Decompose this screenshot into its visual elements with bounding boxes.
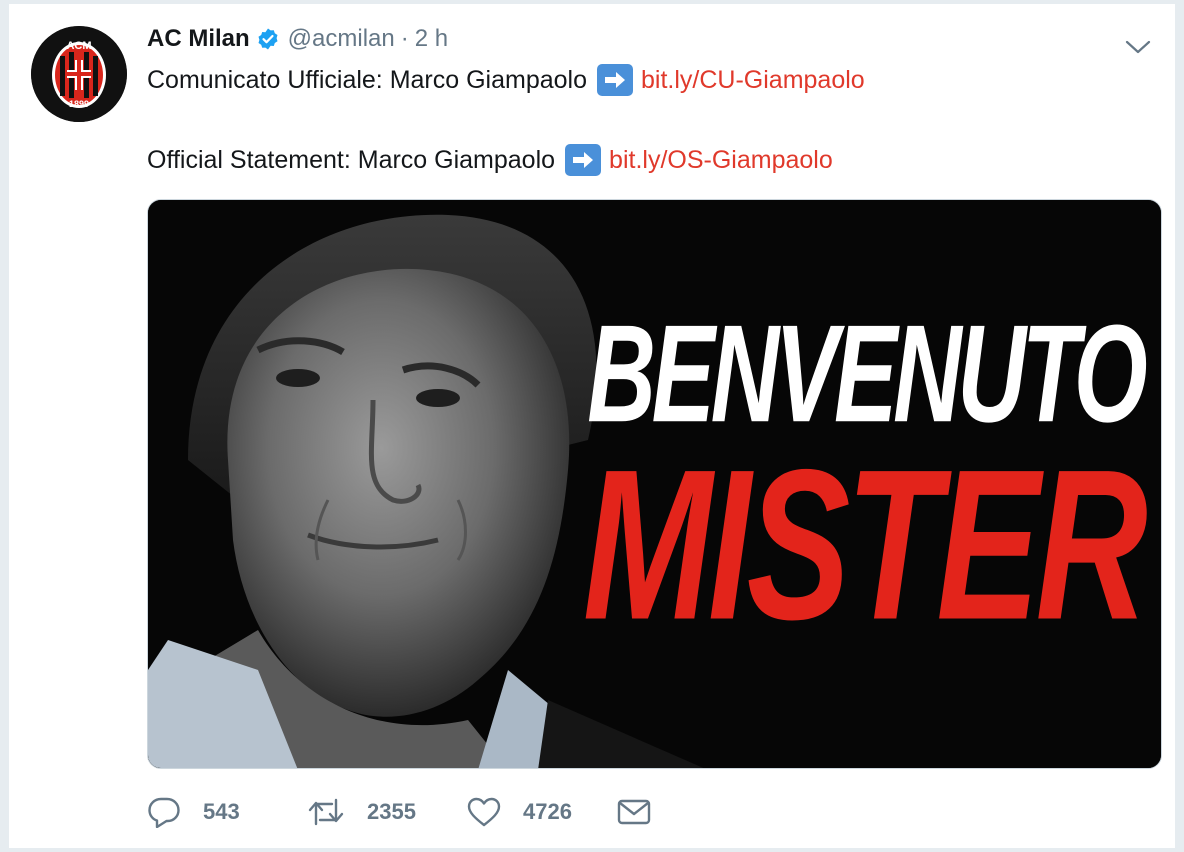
link-os-giampaolo[interactable]: bit.ly/OS-Giampaolo: [609, 144, 833, 176]
tweet-card[interactable]: ACM 1899 AC Milan @acmilan · 2 h Comunic…: [8, 4, 1176, 848]
envelope-icon: [617, 799, 651, 825]
tweet-media-image[interactable]: BENVENUTO MISTER: [147, 199, 1162, 769]
like-count: 4726: [523, 799, 572, 824]
verified-badge-icon: [256, 27, 280, 51]
retweet-icon: [308, 798, 344, 826]
crest-letters: ACM: [66, 40, 91, 52]
reply-icon: [148, 797, 180, 828]
headline-mister: MISTER: [582, 424, 1148, 665]
tweet-text-line-1: Comunicato Ufficiale: Marco Giampaolo bi…: [147, 64, 865, 96]
statement-text-english: Official Statement: Marco Giampaolo: [147, 146, 556, 174]
chevron-down-icon[interactable]: [1123, 32, 1153, 62]
headline-benvenuto: BENVENUTO: [586, 296, 1147, 451]
like-button[interactable]: 4726: [467, 797, 617, 827]
retweet-button[interactable]: 2355: [307, 797, 467, 827]
link-cu-giampaolo[interactable]: bit.ly/CU-Giampaolo: [641, 64, 865, 96]
ac-milan-crest-icon: ACM 1899: [31, 26, 127, 122]
crest-year: 1899: [69, 99, 89, 109]
tweet-text-line-2: Official Statement: Marco Giampaolo bit.…: [147, 144, 833, 176]
heart-icon: [467, 797, 501, 827]
right-arrow-emoji-icon: [597, 64, 634, 96]
tweet-timestamp[interactable]: 2 h: [415, 24, 448, 54]
direct-message-button[interactable]: [617, 798, 673, 826]
author-handle[interactable]: @acmilan: [288, 24, 395, 54]
reply-count: 543: [203, 799, 240, 824]
author-name[interactable]: AC Milan: [147, 24, 250, 54]
tweet-actions: 543 2355 4726: [147, 796, 673, 828]
separator-dot: ·: [400, 25, 409, 52]
retweet-count: 2355: [367, 799, 416, 824]
tweet-header: AC Milan @acmilan · 2 h: [147, 24, 448, 54]
reply-button[interactable]: 543: [147, 796, 307, 828]
right-arrow-emoji-icon: [565, 144, 602, 176]
avatar[interactable]: ACM 1899: [31, 26, 127, 122]
statement-text-italian: Comunicato Ufficiale: Marco Giampaolo: [147, 66, 588, 94]
